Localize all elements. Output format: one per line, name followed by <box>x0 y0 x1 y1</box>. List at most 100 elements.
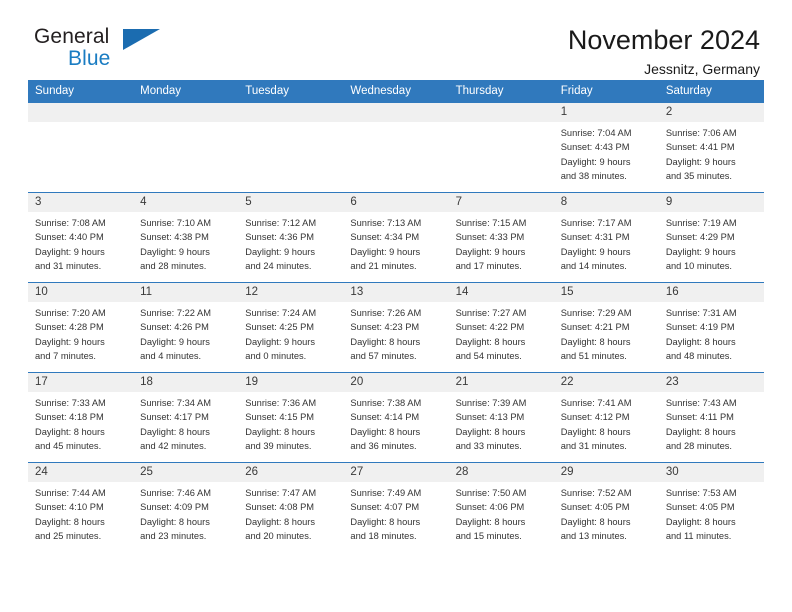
day-sun-info: Sunrise: 7:24 AM Sunset: 4:25 PM Daylight:… <box>238 302 343 364</box>
calendar-day-cell[interactable]: 26 Sunrise: 7:47 AM Sunset: 4:08 PM Dayligh… <box>238 462 344 552</box>
calendar-page: General Blue November 2024 Jessnitz, Ger… <box>0 0 792 612</box>
calendar-day-cell[interactable]: 23 Sunrise: 7:43 AM Sunset: 4:11 PM Dayligh… <box>658 372 764 463</box>
day-info-line: Daylight: 8 hours <box>140 426 210 437</box>
day-info-line: Sunset: 4:23 PM <box>350 322 420 333</box>
day-number: 5 <box>238 193 344 212</box>
day-info-line: Daylight: 9 hours <box>455 246 526 257</box>
calendar-day-cell[interactable]: 30 Sunrise: 7:53 AM Sunset: 4:05 PM Dayligh… <box>658 462 764 552</box>
calendar-day-cell[interactable]: 27 Sunrise: 7:49 AM Sunset: 4:07 PM Dayligh… <box>343 462 449 552</box>
day-info-line: Sunset: 4:21 PM <box>560 322 630 333</box>
weekday-header: Sunday Monday Tuesday Wednesday Thursday Frid… <box>28 80 764 103</box>
day-number: 21 <box>448 373 554 392</box>
calendar-day-cell[interactable]: 22 Sunrise: 7:41 AM Sunset: 4:12 PM Dayligh… <box>553 372 659 463</box>
day-cell-content: 18 Sunrise: 7:34 AM Sunset: 4:17 PM Dayligh… <box>133 373 239 462</box>
day-info-line: Sunset: 4:29 PM <box>665 232 735 243</box>
calendar-day-cell[interactable]: 12 Sunrise: 7:24 AM Sunset: 4:25 PM Dayligh… <box>238 282 344 373</box>
calendar-day-cell[interactable]: 2 Sunrise: 7:06 AM Sunset: 4:41 PM Daylight… <box>658 102 764 193</box>
day-number: 14 <box>448 283 554 302</box>
day-info-line: Sunset: 4:08 PM <box>245 502 315 513</box>
calendar-day-cell[interactable]: 10 Sunrise: 7:20 AM Sunset: 4:28 PM Dayligh… <box>28 282 134 373</box>
day-info-line: and 31 minutes. <box>560 441 627 452</box>
day-cell-content: 28 Sunrise: 7:50 AM Sunset: 4:06 PM Dayligh… <box>448 463 554 552</box>
day-sun-info: Sunrise: 7:10 AM Sunset: 4:38 PM Daylight:… <box>133 212 238 274</box>
day-number: 4 <box>133 193 239 212</box>
day-sun-info: Sunrise: 7:08 AM Sunset: 4:40 PM Daylight:… <box>28 212 133 274</box>
page-header: General Blue November 2024 Jessnitz, Ger… <box>28 0 764 77</box>
calendar-day-cell[interactable]: 15 Sunrise: 7:29 AM Sunset: 4:21 PM Dayligh… <box>553 282 659 373</box>
day-sun-info: Sunrise: 7:06 AM Sunset: 4:41 PM Daylight:… <box>659 122 764 184</box>
day-number: 9 <box>658 193 764 212</box>
day-number: 19 <box>238 373 344 392</box>
day-info-line: Daylight: 9 hours <box>140 246 210 257</box>
calendar-day-cell[interactable]: 6 Sunrise: 7:13 AM Sunset: 4:34 PM Daylight… <box>343 192 449 283</box>
calendar-week-row: 10 Sunrise: 7:20 AM Sunset: 4:28 PM Dayligh… <box>28 282 764 373</box>
day-cell-content: 3 Sunrise: 7:08 AM Sunset: 4:40 PM Daylight… <box>28 193 134 282</box>
day-info-line: Daylight: 8 hours <box>35 516 105 527</box>
calendar-day-cell[interactable]: 17 Sunrise: 7:33 AM Sunset: 4:18 PM Dayligh… <box>28 372 134 463</box>
day-number: 12 <box>238 283 344 302</box>
calendar-day-cell[interactable]: 14 Sunrise: 7:27 AM Sunset: 4:22 PM Dayligh… <box>448 282 554 373</box>
day-cell-content: 12 Sunrise: 7:24 AM Sunset: 4:25 PM Dayligh… <box>238 283 344 372</box>
calendar-day-cell[interactable]: 7 Sunrise: 7:15 AM Sunset: 4:33 PM Daylight… <box>448 192 554 283</box>
day-info-line: and 39 minutes. <box>245 441 312 452</box>
day-info-line: Sunset: 4:41 PM <box>665 142 735 153</box>
calendar-day-cell[interactable]: 28 Sunrise: 7:50 AM Sunset: 4:06 PM Dayligh… <box>448 462 554 552</box>
day-info-line: Sunrise: 7:13 AM <box>350 218 422 228</box>
day-number: 3 <box>28 193 134 212</box>
day-info-line: and 38 minutes. <box>560 171 627 182</box>
day-sun-info: Sunrise: 7:53 AM Sunset: 4:05 PM Daylight:… <box>659 482 764 544</box>
weekday-header-cell: Saturday <box>658 80 764 103</box>
day-info-line: Sunrise: 7:12 AM <box>245 218 317 228</box>
calendar-day-cell[interactable]: 13 Sunrise: 7:26 AM Sunset: 4:23 PM Dayligh… <box>343 282 449 373</box>
calendar-day-cell[interactable]: 1 Sunrise: 7:04 AM Sunset: 4:43 PM Daylight… <box>553 102 659 193</box>
calendar-day-cell[interactable]: 3 Sunrise: 7:08 AM Sunset: 4:40 PM Daylight… <box>28 192 134 283</box>
calendar-day-cell[interactable]: 20 Sunrise: 7:38 AM Sunset: 4:14 PM Dayligh… <box>343 372 449 463</box>
calendar-day-cell[interactable]: 19 Sunrise: 7:36 AM Sunset: 4:15 PM Dayligh… <box>238 372 344 463</box>
day-info-line: Sunset: 4:34 PM <box>350 232 420 243</box>
day-sun-info: Sunrise: 7:20 AM Sunset: 4:28 PM Daylight:… <box>28 302 133 364</box>
day-info-line: Sunset: 4:09 PM <box>140 502 209 513</box>
day-info-line: Sunset: 4:10 PM <box>35 502 104 513</box>
day-sun-info: Sunrise: 7:41 AM Sunset: 4:12 PM Daylight:… <box>554 392 659 454</box>
calendar-day-cell[interactable]: 25 Sunrise: 7:46 AM Sunset: 4:09 PM Dayligh… <box>133 462 239 552</box>
day-cell-content: 29 Sunrise: 7:52 AM Sunset: 4:05 PM Dayligh… <box>553 463 659 552</box>
general-blue-logo[interactable]: General Blue <box>34 26 164 76</box>
day-sun-info: Sunrise: 7:38 AM Sunset: 4:14 PM Daylight:… <box>343 392 448 454</box>
day-info-line: Sunset: 4:11 PM <box>665 412 734 423</box>
calendar-day-cell[interactable]: 5 Sunrise: 7:12 AM Sunset: 4:36 PM Daylight… <box>238 192 344 283</box>
day-info-line: Daylight: 8 hours <box>350 336 421 347</box>
calendar-day-cell[interactable]: 16 Sunrise: 7:31 AM Sunset: 4:19 PM Dayligh… <box>658 282 764 373</box>
day-info-line: and 35 minutes. <box>665 171 732 182</box>
day-info-line: Sunset: 4:38 PM <box>140 232 209 243</box>
calendar-day-cell[interactable]: 29 Sunrise: 7:52 AM Sunset: 4:05 PM Dayligh… <box>553 462 659 552</box>
weekday-header-cell: Thursday <box>448 80 554 103</box>
day-info-line: Sunrise: 7:15 AM <box>455 218 527 228</box>
day-cell-content <box>133 103 239 192</box>
day-cell-content <box>28 103 134 192</box>
calendar-day-cell[interactable]: 24 Sunrise: 7:44 AM Sunset: 4:10 PM Dayligh… <box>28 462 134 552</box>
day-info-line: and 24 minutes. <box>245 261 312 272</box>
day-info-line: Sunrise: 7:53 AM <box>665 488 737 498</box>
day-info-line: Sunrise: 7:20 AM <box>35 308 106 318</box>
day-info-line: Sunrise: 7:43 AM <box>665 398 737 408</box>
day-info-line: Daylight: 9 hours <box>35 246 105 257</box>
calendar-day-cell[interactable]: 4 Sunrise: 7:10 AM Sunset: 4:38 PM Daylight… <box>133 192 239 283</box>
day-info-line: and 48 minutes. <box>665 351 732 362</box>
calendar-day-cell[interactable]: 18 Sunrise: 7:34 AM Sunset: 4:17 PM Dayligh… <box>133 372 239 463</box>
day-info-line: and 36 minutes. <box>350 441 417 452</box>
day-info-line: Sunset: 4:07 PM <box>350 502 420 513</box>
calendar-day-cell[interactable]: 21 Sunrise: 7:39 AM Sunset: 4:13 PM Dayligh… <box>448 372 554 463</box>
calendar-day-cell[interactable]: 8 Sunrise: 7:17 AM Sunset: 4:31 PM Daylight… <box>553 192 659 283</box>
day-sun-info: Sunrise: 7:04 AM Sunset: 4:43 PM Daylight:… <box>554 122 659 184</box>
calendar-day-cell[interactable]: 9 Sunrise: 7:19 AM Sunset: 4:29 PM Daylight… <box>658 192 764 283</box>
day-info-line: Daylight: 8 hours <box>245 426 316 437</box>
calendar-empty-cell <box>448 102 554 193</box>
day-info-line: and 51 minutes. <box>560 351 627 362</box>
weekday-header-cell: Tuesday <box>238 80 344 103</box>
day-info-line: and 28 minutes. <box>140 261 207 272</box>
day-info-line: Daylight: 8 hours <box>455 426 526 437</box>
day-info-line: and 15 minutes. <box>455 531 522 542</box>
calendar-day-cell[interactable]: 11 Sunrise: 7:22 AM Sunset: 4:26 PM Dayligh… <box>133 282 239 373</box>
day-info-line: Sunset: 4:05 PM <box>665 502 735 513</box>
day-info-line: Daylight: 8 hours <box>665 426 736 437</box>
